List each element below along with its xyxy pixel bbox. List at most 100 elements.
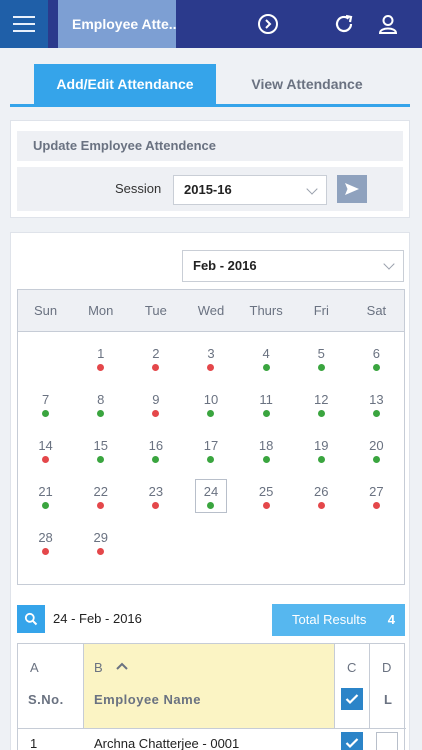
forward-circle-icon[interactable] (256, 12, 280, 36)
attendance-calendar: Sun Mon Tue Wed Thurs Fri Sat 1234567891… (17, 289, 405, 585)
absent-dot-icon (372, 502, 380, 509)
row-checkbox-c[interactable] (341, 732, 363, 750)
calendar-day[interactable]: 28 (18, 520, 73, 566)
day-number: 1 (97, 346, 105, 361)
calendar-day[interactable]: 19 (294, 428, 349, 474)
weekday-sun: Sun (34, 303, 58, 318)
day-number: 2 (152, 346, 160, 361)
select-all-checkbox[interactable] (341, 688, 363, 710)
column-label: S.No. (28, 692, 64, 707)
calendar-day[interactable]: 7 (18, 382, 73, 428)
attendance-table: A S.No. B Employee Name C D L 1 Archna C… (17, 643, 406, 750)
absent-dot-icon (152, 502, 160, 509)
calendar-day[interactable]: 16 (128, 428, 183, 474)
absent-dot-icon (317, 502, 325, 509)
session-row: Session 2015-16 (17, 167, 403, 211)
weekday-tue: Tue (144, 303, 167, 318)
column-header-employee-name[interactable]: B Employee Name (84, 644, 335, 728)
absent-dot-icon (152, 364, 160, 371)
weekday-wed: Wed (197, 303, 225, 318)
day-number: 22 (93, 484, 108, 499)
calendar-day[interactable]: 3 (183, 336, 238, 382)
present-dot-icon (97, 456, 105, 463)
day-number: 16 (148, 438, 164, 453)
calendar-day[interactable]: 10 (183, 382, 238, 428)
weekday-sat: Sat (366, 303, 387, 318)
tab-underline (10, 104, 410, 107)
section-title: Update Employee Attendence (17, 131, 403, 161)
absent-dot-icon (97, 364, 105, 371)
row-sno: 1 (30, 736, 38, 750)
refresh-icon[interactable] (332, 12, 356, 36)
calendar-day[interactable]: 18 (239, 428, 294, 474)
row-checkbox-d[interactable] (376, 732, 398, 750)
calendar-day[interactable]: 5 (294, 336, 349, 382)
month-value: Feb - 2016 (193, 258, 257, 273)
calendar-day[interactable]: 24 (183, 474, 238, 520)
day-number: 4 (262, 346, 270, 361)
present-dot-icon (42, 410, 50, 417)
chevron-down-icon (306, 183, 318, 195)
calendar-day[interactable]: 15 (73, 428, 128, 474)
calendar-day[interactable]: 13 (349, 382, 404, 428)
calendar-day[interactable]: 22 (73, 474, 128, 520)
calendar-day[interactable]: 27 (349, 474, 404, 520)
calendar-day[interactable]: 2 (128, 336, 183, 382)
day-number: 29 (93, 530, 108, 545)
present-dot-icon (372, 456, 380, 463)
calendar-day[interactable]: 4 (239, 336, 294, 382)
user-icon[interactable] (376, 12, 400, 36)
calendar-day[interactable]: 6 (349, 336, 404, 382)
column-header-sno[interactable]: A S.No. (18, 644, 84, 728)
search-button[interactable] (17, 605, 45, 633)
day-number: 11 (259, 392, 273, 407)
chevron-down-icon (383, 258, 395, 270)
update-attendance-card: Update Employee Attendence Session 2015-… (10, 120, 410, 218)
column-header-d: D L (370, 644, 405, 728)
calendar-empty-cell (18, 336, 73, 382)
present-dot-icon (207, 456, 215, 463)
table-row[interactable]: 1 Archna Chatterjee - 0001 (18, 728, 406, 750)
month-select[interactable]: Feb - 2016 (182, 250, 404, 282)
day-number: 10 (203, 392, 219, 407)
day-number: 18 (258, 438, 274, 453)
day-number: 26 (314, 484, 329, 499)
absent-dot-icon (97, 502, 105, 509)
absent-dot-icon (152, 410, 160, 417)
day-number: 21 (38, 484, 53, 499)
calendar-day[interactable]: 17 (183, 428, 238, 474)
calendar-day[interactable]: 11 (239, 382, 294, 428)
present-dot-icon (317, 456, 325, 463)
calendar-day[interactable]: 8 (73, 382, 128, 428)
calendar-day[interactable]: 23 (128, 474, 183, 520)
calendar-day[interactable]: 21 (18, 474, 73, 520)
session-select[interactable]: 2015-16 (173, 175, 327, 205)
send-icon (345, 183, 359, 195)
day-number: 25 (258, 484, 274, 499)
calendar-day[interactable]: 26 (294, 474, 349, 520)
tab-view-attendance[interactable]: View Attendance (232, 64, 382, 104)
column-label: L (384, 692, 393, 707)
present-dot-icon (262, 410, 270, 417)
day-number: 8 (97, 392, 105, 407)
calendar-day[interactable]: 29 (73, 520, 128, 566)
search-icon (24, 612, 38, 626)
calendar-day[interactable]: 1 (73, 336, 128, 382)
day-number: 6 (372, 346, 381, 361)
calendar-day[interactable]: 14 (18, 428, 73, 474)
tab-add-edit-attendance[interactable]: Add/Edit Attendance (34, 64, 216, 104)
present-dot-icon (42, 502, 50, 509)
day-number: 14 (38, 438, 53, 453)
submit-session-button[interactable] (337, 175, 367, 203)
absent-dot-icon (42, 456, 50, 463)
calendar-day[interactable]: 12 (294, 382, 349, 428)
calendar-day[interactable]: 25 (239, 474, 294, 520)
check-icon (345, 694, 359, 705)
calendar-day[interactable]: 20 (349, 428, 404, 474)
column-header-c: C (335, 644, 370, 728)
selected-day-outline (194, 479, 227, 513)
menu-icon[interactable] (0, 0, 48, 48)
weekday-header: Sun Mon Tue Wed Thurs Fri Sat (18, 290, 404, 332)
absent-dot-icon (42, 548, 50, 555)
calendar-day[interactable]: 9 (128, 382, 183, 428)
